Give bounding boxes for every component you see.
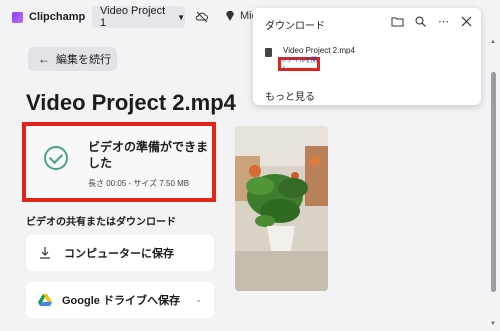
caret-down-icon: ▼	[177, 12, 185, 22]
check-circle-icon	[44, 146, 68, 170]
save-to-computer-button[interactable]: コンピューターに保存	[26, 235, 214, 271]
share-heading: ビデオの共有またはダウンロード	[26, 217, 176, 228]
video-meta: 長さ 00:05 - サイズ 7.50 MB	[88, 179, 190, 188]
open-file-button[interactable]: ファイルを開く	[278, 57, 320, 73]
video-ready-card: ビデオの準備ができました 長さ 00:05 - サイズ 7.50 MB	[22, 122, 216, 202]
scroll-up-icon[interactable]: ▲	[490, 39, 496, 45]
save-to-computer-label: コンピューターに保存	[64, 248, 174, 260]
ready-title: ビデオの準備ができました	[88, 140, 209, 170]
downloads-actions: ⋯	[391, 15, 473, 28]
google-drive-label: Google ドライブへ保存	[62, 295, 180, 307]
see-more-link[interactable]: もっと見る	[265, 88, 315, 103]
file-icon	[265, 48, 272, 57]
scroll-down-icon[interactable]: ▼	[490, 321, 496, 327]
app-name: Clipchamp	[29, 11, 86, 23]
folder-icon[interactable]	[391, 15, 404, 28]
clipchamp-logo-icon	[12, 11, 23, 23]
continue-editing-button[interactable]: ← 編集を続行	[28, 47, 117, 71]
project-selector[interactable]: Video Project 1 ▼	[92, 5, 185, 29]
project-name: Video Project 1	[100, 5, 166, 29]
continue-editing-label: 編集を続行	[56, 54, 111, 66]
page-title: Video Project 2.mp4	[26, 90, 236, 115]
downloads-panel: ダウンロード ⋯ Video Project 2.mp4 ファイルを開く もっと…	[253, 8, 481, 105]
arrow-left-icon: ←	[38, 52, 50, 66]
cloud-off-icon[interactable]	[195, 10, 209, 24]
video-preview-image	[235, 126, 328, 291]
brand[interactable]: Clipchamp	[12, 11, 85, 23]
google-drive-icon	[38, 294, 52, 306]
premium-gem-icon[interactable]	[224, 10, 236, 22]
downloads-title: ダウンロード	[265, 21, 325, 32]
search-icon[interactable]	[414, 15, 427, 28]
close-icon[interactable]	[460, 15, 473, 28]
scroll-thumb[interactable]	[491, 72, 496, 292]
chevron-down-icon[interactable]: ⌄	[195, 295, 202, 304]
more-icon[interactable]: ⋯	[437, 15, 450, 28]
downloaded-file-name[interactable]: Video Project 2.mp4	[283, 46, 355, 55]
download-icon	[40, 247, 50, 259]
google-drive-button[interactable]: Google ドライブへ保存 ⌄	[26, 282, 214, 318]
scrollbar[interactable]: ▲ ▼	[488, 34, 500, 331]
